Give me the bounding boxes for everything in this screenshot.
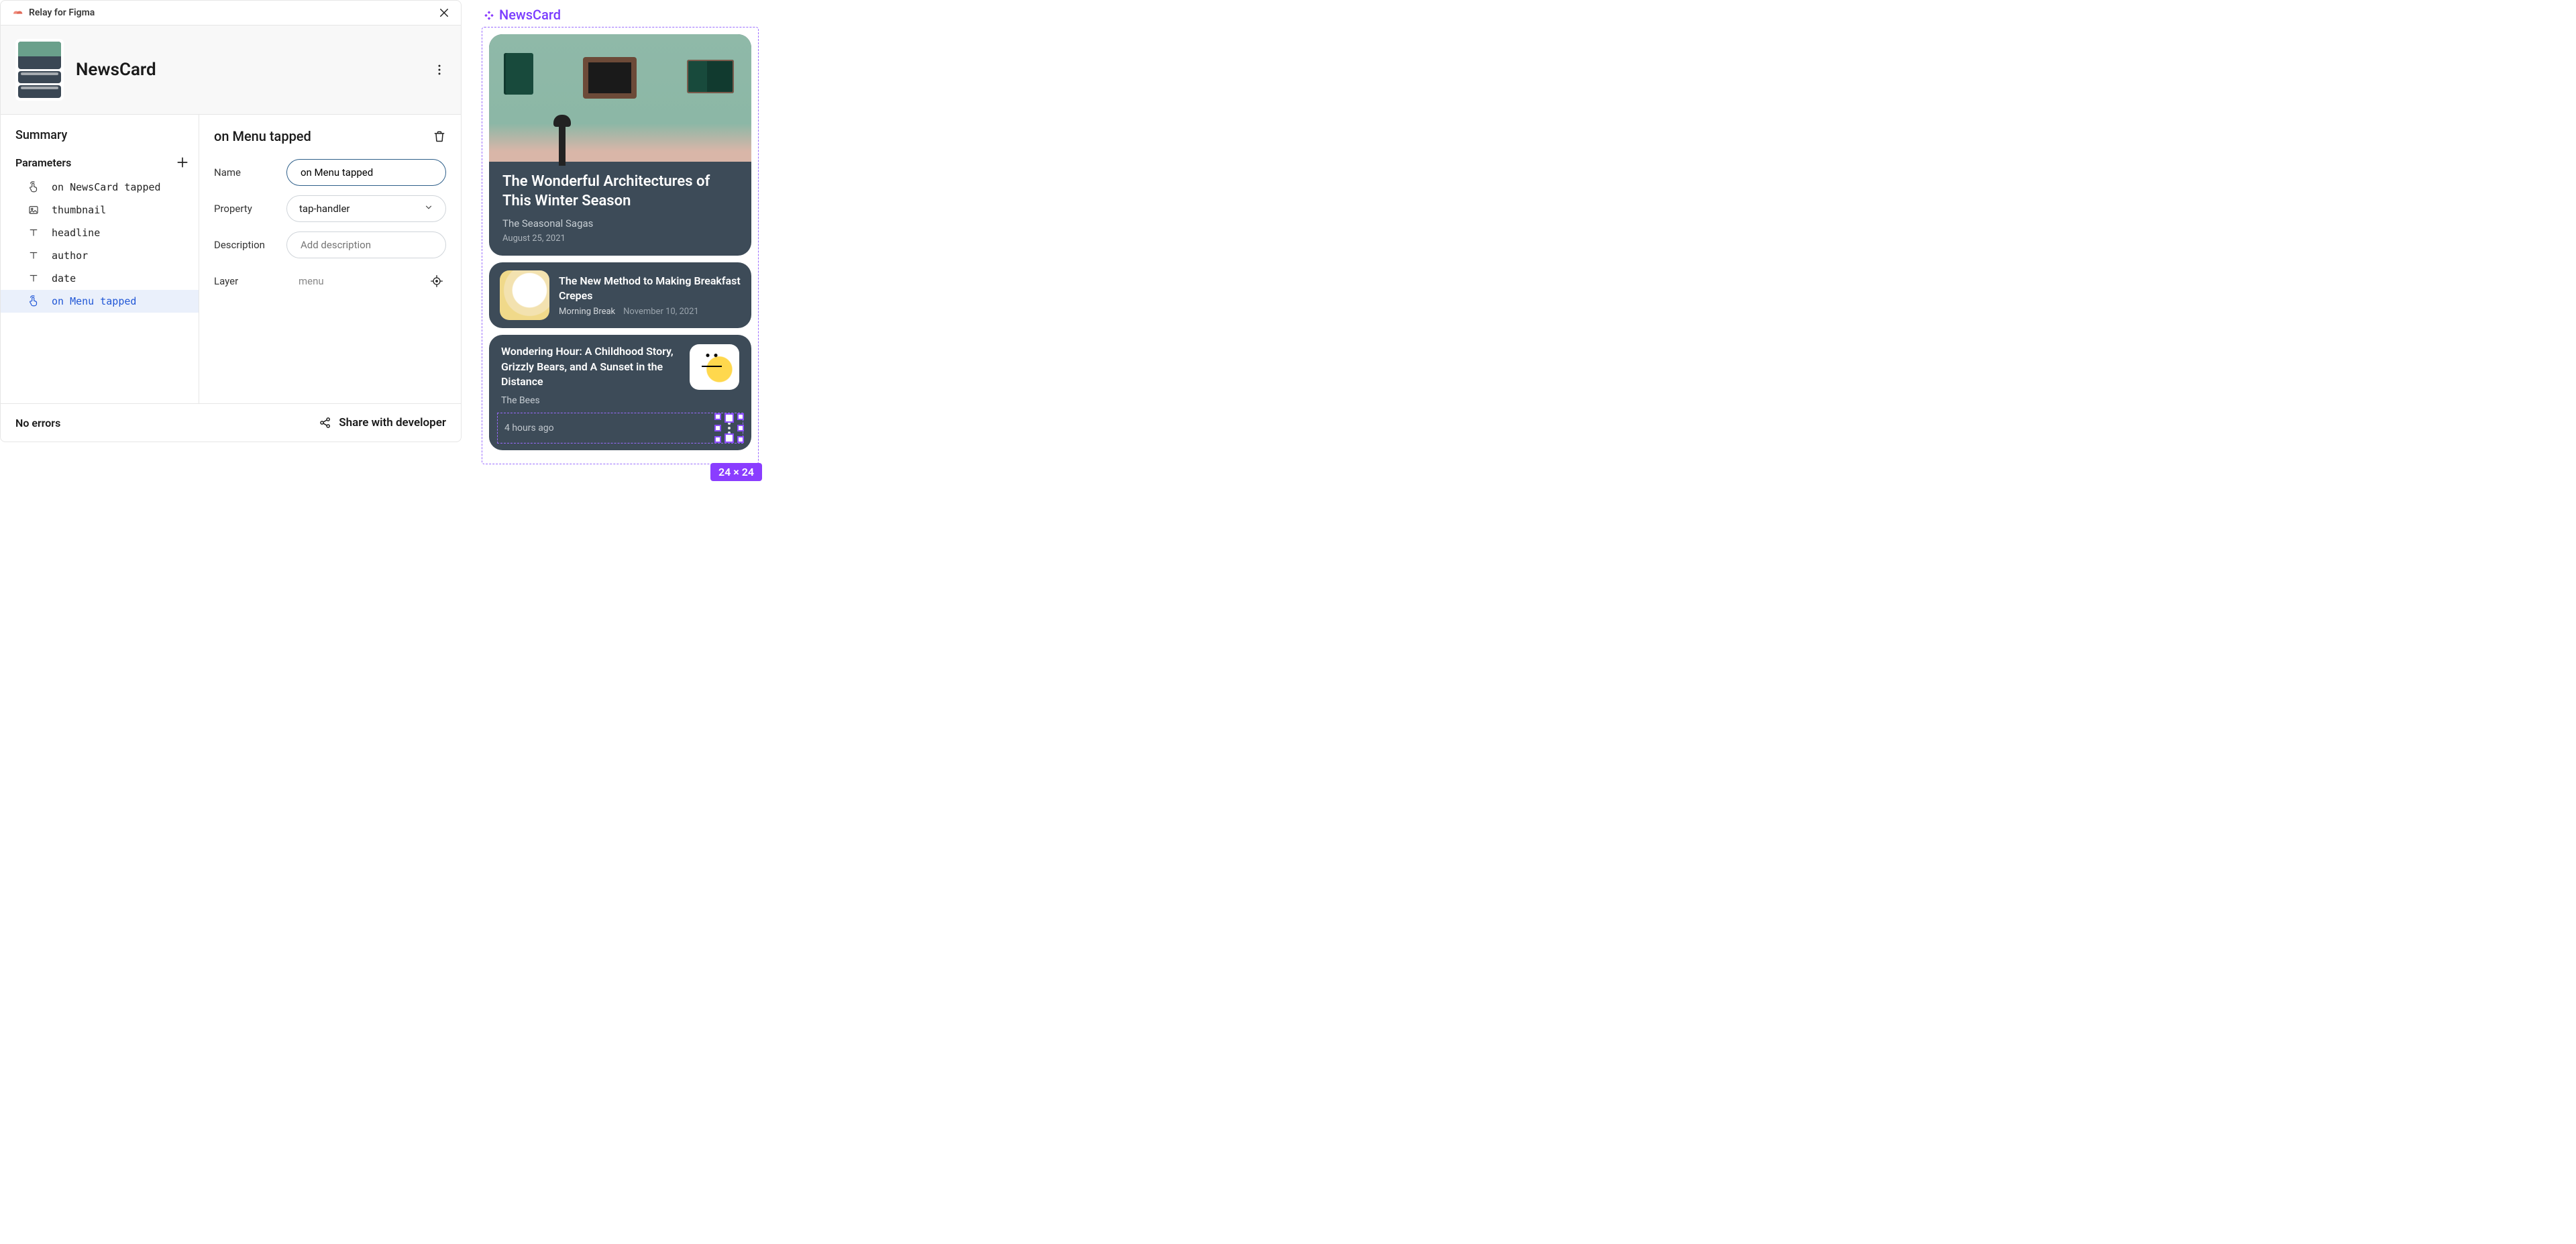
tap-icon (28, 181, 40, 193)
sidebar: Summary Parameters on NewsCard tapped thu… (1, 115, 199, 403)
row2-thumbnail (690, 344, 739, 390)
row2-headline: Wondering Hour: A Childhood Story, Grizz… (501, 344, 680, 389)
property-select[interactable]: tap-handler (286, 195, 446, 222)
news-card-hero[interactable]: The Wonderful Architectures of This Wint… (489, 34, 751, 256)
name-input[interactable] (299, 166, 433, 179)
param-item-on-Menu-tapped[interactable]: on Menu tapped (1, 290, 199, 313)
text-icon (28, 272, 40, 284)
parameters-heading: Parameters (15, 156, 71, 169)
component-name: NewsCard (76, 60, 421, 80)
row1-date: November 10, 2021 (623, 307, 699, 317)
property-value: tap-handler (299, 203, 350, 215)
share-icon (319, 416, 332, 429)
tap-icon (28, 295, 40, 307)
param-item-thumbnail[interactable]: thumbnail (1, 199, 199, 221)
description-label: Description (214, 239, 278, 251)
news-card-row-2[interactable]: Wondering Hour: A Childhood Story, Grizz… (489, 335, 751, 450)
close-icon[interactable] (438, 7, 450, 19)
name-input-wrapper[interactable] (286, 159, 446, 186)
relay-panel: Relay for Figma NewsCard Summary Paramet… (0, 0, 462, 442)
row1-headline: The New Method to Making Breakfast Crepe… (559, 274, 741, 303)
name-label: Name (214, 166, 278, 178)
relay-logo-icon (10, 6, 23, 19)
layer-row: menu (286, 268, 446, 295)
selected-component-header: NewsCard (1, 25, 461, 115)
param-label: on NewsCard tapped (52, 181, 161, 193)
param-label: author (52, 250, 88, 262)
chevron-down-icon (424, 203, 433, 215)
row2-author: The Bees (501, 395, 739, 406)
description-input[interactable] (299, 238, 433, 252)
text-icon (28, 250, 40, 262)
frame-name: NewsCard (499, 7, 561, 23)
hero-date: August 25, 2021 (502, 234, 738, 244)
more-menu-icon[interactable] (433, 63, 446, 76)
plugin-name: Relay for Figma (29, 7, 95, 18)
property-label: Property (214, 203, 278, 215)
row2-timeago: 4 hours ago (500, 423, 554, 433)
component-frame[interactable]: The Wonderful Architectures of This Wint… (482, 27, 759, 464)
component-set-icon (483, 9, 495, 21)
layer-label: Layer (214, 275, 278, 287)
selected-layer-outline[interactable]: 4 hours ago (497, 413, 743, 444)
image-icon (28, 204, 40, 216)
frame-label[interactable]: NewsCard (483, 7, 759, 23)
panel-footer: No errors Share with developer (1, 403, 461, 442)
detail-pane: on Menu tapped Name Property tap-handler (199, 115, 461, 403)
dimensions-badge: 24 × 24 (710, 463, 762, 481)
param-item-author[interactable]: author (1, 244, 199, 267)
menu-icon-selected[interactable] (718, 417, 740, 439)
hero-author: The Seasonal Sagas (502, 217, 738, 229)
share-button[interactable]: Share with developer (319, 416, 446, 429)
param-label: thumbnail (52, 204, 106, 216)
text-icon (28, 227, 40, 239)
param-item-date[interactable]: date (1, 267, 199, 290)
target-layer-icon[interactable] (430, 274, 443, 288)
plugin-brand: Relay for Figma (10, 6, 95, 19)
row1-author: Morning Break (559, 307, 615, 317)
panel-header: Relay for Figma (1, 1, 461, 25)
summary-heading[interactable]: Summary (15, 128, 199, 142)
hero-image (489, 34, 751, 162)
status-text: No errors (15, 417, 60, 429)
detail-title: on Menu tapped (214, 128, 311, 144)
param-item-on-NewsCard-tapped[interactable]: on NewsCard tapped (1, 176, 199, 199)
figma-canvas-preview: NewsCard The Wonderful Architectures of … (482, 0, 759, 464)
hero-headline: The Wonderful Architectures of This Wint… (502, 172, 738, 211)
param-label: headline (52, 227, 100, 239)
component-thumbnail (15, 39, 64, 101)
parameter-list: on NewsCard tapped thumbnail headline autho… (1, 176, 199, 313)
param-label: on Menu tapped (52, 295, 136, 307)
delete-icon[interactable] (433, 129, 446, 143)
news-card-row-1[interactable]: The New Method to Making Breakfast Crepe… (489, 262, 751, 328)
layer-value: menu (299, 275, 324, 287)
row1-thumbnail (500, 270, 549, 320)
param-label: date (52, 272, 76, 284)
description-input-wrapper[interactable] (286, 231, 446, 258)
add-parameter-icon[interactable] (176, 156, 189, 169)
param-item-headline[interactable]: headline (1, 221, 199, 244)
share-label: Share with developer (339, 416, 446, 429)
